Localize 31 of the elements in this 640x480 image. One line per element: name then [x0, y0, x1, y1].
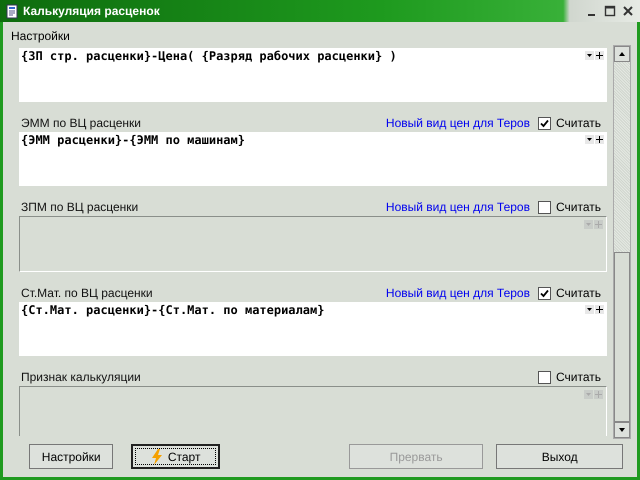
checkbox[interactable]	[538, 116, 551, 130]
maximize-icon[interactable]	[604, 5, 616, 17]
scroll-down-icon[interactable]	[614, 422, 630, 438]
plus-icon[interactable]	[595, 305, 604, 314]
section-label: ЭММ по ВЦ расценки	[21, 116, 142, 130]
lightning-icon	[150, 448, 163, 464]
plus-icon[interactable]	[595, 51, 604, 60]
section-label: Ст.Мат. по ВЦ расценки	[21, 286, 154, 300]
plus-icon[interactable]	[595, 135, 604, 144]
close-icon[interactable]	[622, 5, 634, 17]
dialog-button[interactable]: Старт	[131, 444, 220, 469]
checkbox-label[interactable]: Считать	[556, 286, 601, 300]
window-title: Калькуляция расценок	[23, 4, 161, 18]
dropdown-icon[interactable]	[585, 305, 594, 314]
checkbox[interactable]	[538, 286, 551, 300]
price-type-link[interactable]: Новый вид цен для Теров	[386, 116, 530, 130]
dialog-button[interactable]: Выход	[496, 444, 623, 469]
section-label: Признак калькуляции	[21, 370, 142, 384]
checkbox-label[interactable]: Считать	[556, 116, 601, 130]
section-label: ЗПМ по ВЦ расценки	[21, 200, 140, 214]
formula-editor[interactable]: {Ст.Мат. расценки}-{Ст.Мат. по материалам}	[19, 302, 607, 356]
formula-editor[interactable]: {ЗП стр. расценки}-Цена( {Разряд рабочих расценки} )	[19, 48, 607, 102]
app-icon	[6, 4, 20, 18]
scroll-up-icon[interactable]	[614, 46, 630, 62]
formula-editor[interactable]: {ЭММ расценки}-{ЭММ по машинам}	[19, 132, 607, 186]
dropdown-icon[interactable]	[585, 135, 594, 144]
dropdown-icon[interactable]	[585, 51, 594, 60]
settings-label: Настройки	[10, 28, 71, 45]
price-type-link[interactable]: Новый вид цен для Теров	[386, 286, 530, 300]
scroll-thumb[interactable]	[614, 252, 630, 422]
dialog-button[interactable]: Настройки	[29, 444, 114, 469]
